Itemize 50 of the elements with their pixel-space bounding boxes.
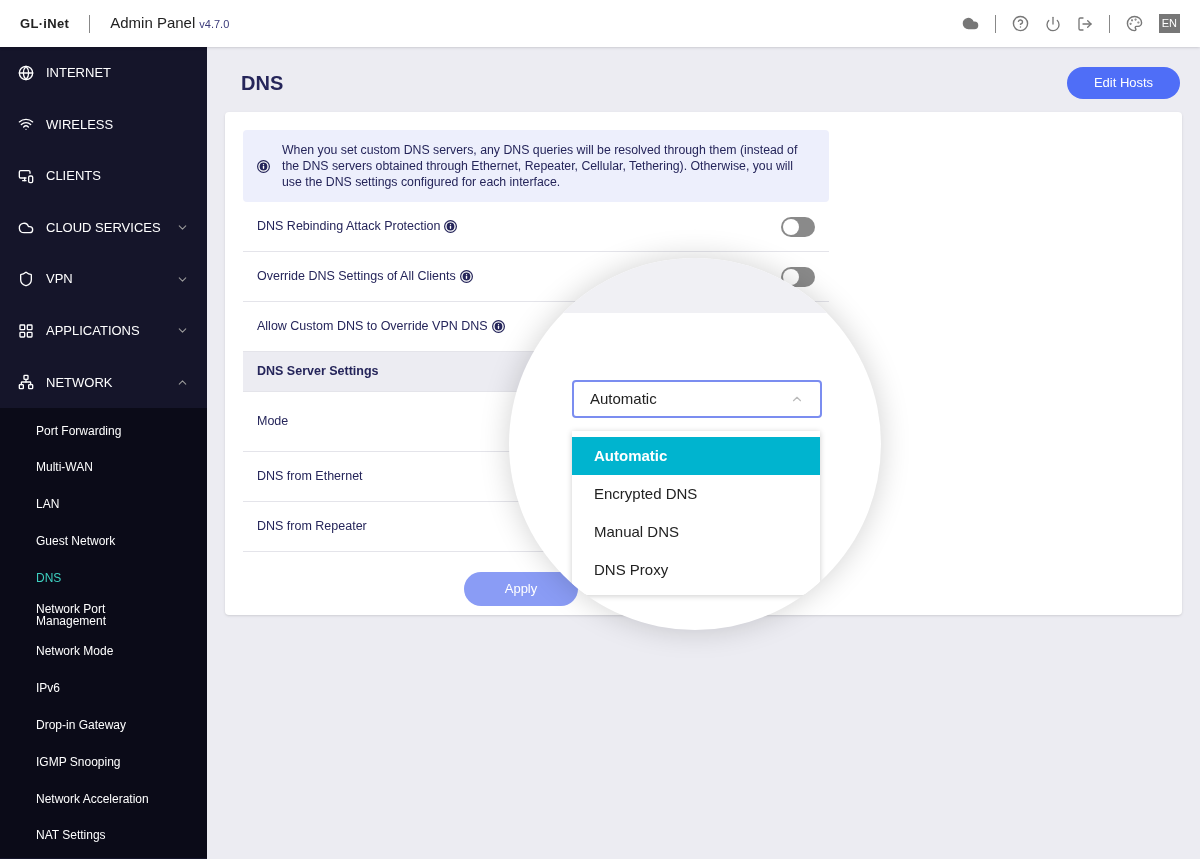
language-button[interactable]: EN bbox=[1158, 14, 1180, 33]
network-icon bbox=[18, 374, 34, 391]
grid-icon bbox=[18, 322, 34, 339]
info-icon bbox=[257, 159, 270, 173]
globe-icon bbox=[18, 64, 34, 81]
sidebar-subitem[interactable]: IGMP Snooping bbox=[0, 743, 207, 781]
dropdown-option[interactable]: Manual DNS bbox=[572, 513, 820, 551]
setting-label: Override DNS Settings of All Clients bbox=[257, 268, 456, 286]
mode-select[interactable]: Automatic bbox=[572, 380, 822, 418]
app-title: Admin Panel bbox=[110, 13, 196, 34]
toggle-switch[interactable] bbox=[781, 266, 815, 287]
toggle-switch[interactable] bbox=[781, 216, 815, 237]
sidebar-subitem[interactable]: Drop-in Gateway bbox=[0, 706, 207, 744]
sidebar-subitem[interactable]: NAT Settings bbox=[0, 816, 207, 854]
sidebar-item[interactable]: VPN bbox=[46, 269, 176, 289]
version-label: v4.7.0 bbox=[199, 17, 230, 33]
sidebar-subitem[interactable]: Network Acceleration bbox=[0, 780, 207, 817]
setting-label: Mode bbox=[257, 413, 289, 431]
sidebar-subitem[interactable]: Network Mode bbox=[0, 632, 207, 670]
shield-icon bbox=[18, 271, 34, 288]
cloud-icon[interactable] bbox=[961, 15, 979, 32]
setting-label: DNS Rebinding Attack Protection bbox=[257, 218, 441, 236]
sidebar-item[interactable]: NETWORK bbox=[46, 372, 176, 393]
sidebar-item[interactable]: APPLICATIONS bbox=[46, 321, 176, 341]
setting-label: DNS from Ethernet bbox=[257, 468, 363, 486]
sidebar-subitem[interactable]: LAN bbox=[0, 485, 207, 523]
logo: GL·iNet bbox=[20, 14, 70, 33]
sidebar-subitem[interactable]: IPv6 bbox=[0, 669, 207, 707]
sidebar-subitem[interactable]: DNS bbox=[0, 559, 207, 597]
power-icon[interactable] bbox=[1044, 15, 1061, 32]
palette-icon[interactable] bbox=[1125, 15, 1143, 32]
setting-label: DNS from Repeater bbox=[257, 518, 367, 536]
sidebar-item[interactable]: INTERNET bbox=[46, 63, 189, 83]
wifi-icon bbox=[18, 116, 34, 133]
section-heading: DNS Server Settings bbox=[257, 363, 379, 381]
edit-hosts-button[interactable]: Edit Hosts bbox=[1067, 67, 1180, 99]
sidebar-item[interactable]: CLIENTS bbox=[46, 166, 189, 186]
sidebar-item[interactable]: WIRELESS bbox=[46, 114, 189, 135]
help-icon[interactable] bbox=[1011, 15, 1029, 32]
sidebar-item[interactable]: CLOUD SERVICES bbox=[46, 217, 176, 238]
sidebar-subitem[interactable]: Network Port Management bbox=[0, 596, 207, 633]
dropdown-option[interactable]: Encrypted DNS bbox=[572, 475, 820, 513]
page-title: DNS bbox=[241, 71, 284, 96]
sidebar-subitem[interactable]: Multi-WAN bbox=[0, 448, 207, 486]
setting-label: Allow Custom DNS to Override VPN DNS bbox=[257, 318, 488, 336]
notice-text: When you set custom DNS servers, any DNS queries will be resolved through them (instead of the DNS servers obtained through Ethernet, Repeater, Cellular, Tethering). Otherwise, you will use the DNS settings configured for each interface. bbox=[282, 142, 799, 190]
logout-icon[interactable] bbox=[1076, 15, 1093, 32]
sidebar-subitem[interactable]: Guest Network bbox=[0, 522, 207, 560]
devices-icon bbox=[18, 168, 34, 184]
sidebar-subitem[interactable]: Port Forwarding bbox=[0, 412, 207, 449]
